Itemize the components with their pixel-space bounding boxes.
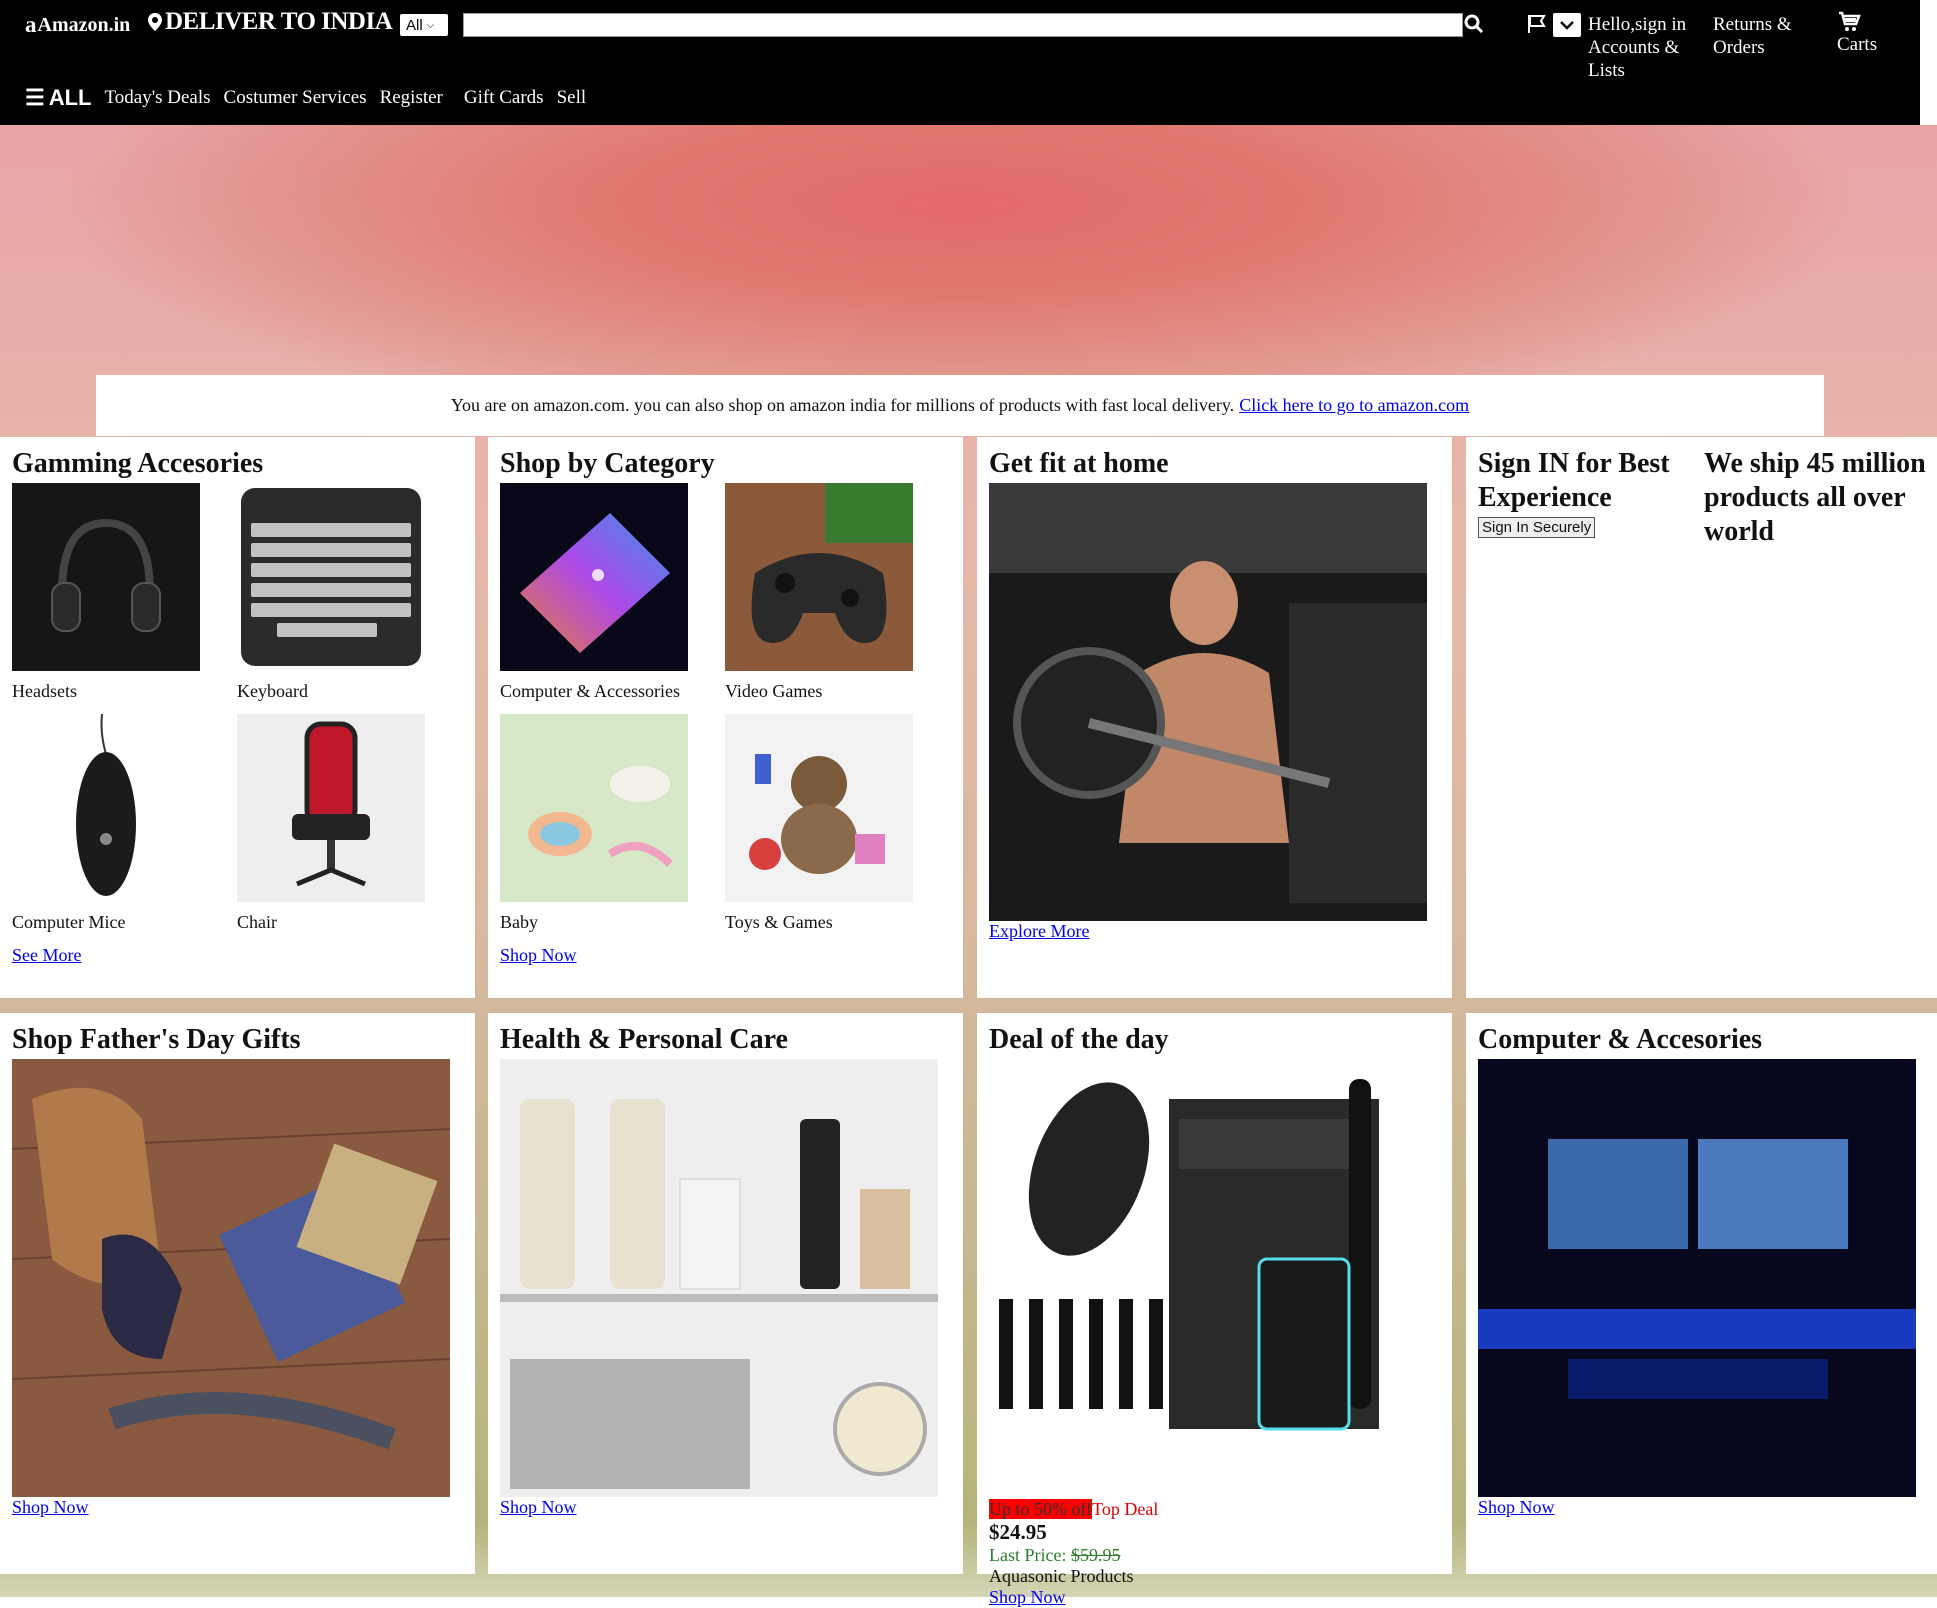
- keyboard-image: [237, 483, 425, 671]
- card-computer-accessories: Computer & Accesories Shop Now: [1466, 1013, 1937, 1574]
- deliver-location[interactable]: DELIVER TO INDIA: [148, 8, 393, 36]
- card-deal-of-the-day: Deal of the day Up to 50% offTop Deal $2…: [977, 1013, 1452, 1607]
- card-fathers-day: Shop Father's Day Gifts Shop Now: [0, 1013, 475, 1574]
- card-title: Deal of the day: [989, 1024, 1169, 1055]
- sign-in-securely-button[interactable]: Sign In Securely: [1478, 517, 1596, 538]
- card-title: Computer & Accesories: [1478, 1024, 1763, 1055]
- card-sign-in: Sign IN for Best Experience Sign In Secu…: [1466, 437, 1937, 998]
- card-get-fit: Get fit at home Explore More: [977, 437, 1452, 998]
- chair-image: [237, 714, 425, 902]
- nav-todays-deals[interactable]: Today's Deals: [105, 87, 211, 109]
- explore-more-link[interactable]: Explore More: [989, 921, 1089, 941]
- search-input[interactable]: [463, 13, 1463, 37]
- tile-chair[interactable]: Chair: [237, 714, 425, 945]
- mouse-image: [12, 713, 200, 902]
- card-gaming-accessories: Gamming Accesories Headsets Keyboard Com…: [0, 437, 475, 998]
- nav-sell[interactable]: Sell: [557, 87, 587, 109]
- location-pin-icon: [148, 13, 162, 31]
- shop-now-link[interactable]: Shop Now: [12, 1497, 89, 1517]
- returns-orders[interactable]: Returns & Orders: [1713, 13, 1808, 59]
- account-lists[interactable]: Hello,sign in Accounts & Lists: [1588, 13, 1708, 82]
- tile-caption: Keyboard: [237, 681, 308, 701]
- card-shop-by-category: Shop by Category Computer & Accessories …: [488, 437, 963, 998]
- laptop-image: [500, 483, 688, 671]
- amazon-logo[interactable]: a Amazon.in: [25, 12, 130, 38]
- signin-title: Sign IN for Best Experience: [1478, 448, 1670, 513]
- controller-image: [725, 483, 913, 671]
- computer-setup-image: [1478, 1059, 1916, 1497]
- region-notice: You are on amazon.com. you can also shop…: [96, 375, 1824, 436]
- all-menu-button[interactable]: ☰ ALL: [25, 85, 92, 111]
- go-to-amazon-link[interactable]: Click here to go to amazon.com: [1239, 395, 1469, 416]
- tile-caption: Computer & Accessories: [500, 681, 680, 701]
- search-icon[interactable]: [1463, 13, 1485, 35]
- tile-caption: Toys & Games: [725, 912, 833, 932]
- language-select[interactable]: [1553, 13, 1581, 37]
- tile-caption: Baby: [500, 912, 538, 932]
- hamburger-icon: ☰: [25, 85, 45, 110]
- tile-caption: Chair: [237, 912, 277, 932]
- nav-gift-cards[interactable]: Gift Cards: [464, 87, 544, 109]
- shop-now-link[interactable]: Shop Now: [1478, 1497, 1555, 1517]
- see-more-link[interactable]: See More: [12, 945, 81, 965]
- card-title: Gamming Accesories: [12, 448, 264, 479]
- search-category-select[interactable]: All ⌵: [400, 14, 448, 36]
- discount-badge: Up to 50% off: [989, 1499, 1093, 1519]
- last-price: Last Price: $59.95: [989, 1545, 1121, 1565]
- fathers-day-gifts-image: [12, 1059, 450, 1497]
- tile-toys-games[interactable]: Toys & Games: [725, 714, 913, 945]
- shop-now-link[interactable]: Shop Now: [500, 945, 577, 965]
- cart-button[interactable]: Carts: [1837, 10, 1877, 56]
- card-title: Shop by Category: [500, 448, 715, 479]
- tile-keyboard[interactable]: Keyboard: [237, 483, 425, 714]
- deal-promo: Up to 50% offTop Deal: [989, 1499, 1440, 1520]
- tile-caption: Computer Mice: [12, 912, 126, 932]
- headset-image: [12, 483, 200, 671]
- sub-navigation: ☰ ALL Today's Deals Costumer Services Re…: [25, 84, 599, 112]
- nav-register[interactable]: Register: [380, 87, 443, 109]
- top-deal-label: Top Deal: [1092, 1499, 1159, 1519]
- toothbrush-deal-image: [989, 1059, 1427, 1497]
- tile-caption: Video Games: [725, 681, 823, 701]
- chevron-down-icon: ⌵: [426, 19, 435, 31]
- tile-video-games[interactable]: Video Games: [725, 483, 913, 714]
- shop-now-link[interactable]: Shop Now: [989, 1587, 1066, 1607]
- personal-care-image: [500, 1059, 938, 1497]
- chevron-down-icon: [1560, 21, 1574, 30]
- tile-computer-mice[interactable]: Computer Mice: [12, 713, 200, 945]
- tile-headsets[interactable]: Headsets: [12, 483, 200, 714]
- tile-computer-accessories[interactable]: Computer & Accessories: [500, 483, 688, 714]
- nav-customer-services[interactable]: Costumer Services: [224, 87, 367, 109]
- shipping-info: We ship 45 million products all over wor…: [1704, 448, 1926, 547]
- amazon-a-icon: a: [25, 12, 37, 37]
- toys-image: [725, 714, 913, 902]
- deal-price: $24.95: [989, 1520, 1047, 1544]
- cart-icon: [1839, 11, 1861, 31]
- card-health-personal-care: Health & Personal Care Shop Now: [488, 1013, 963, 1574]
- card-title: Shop Father's Day Gifts: [12, 1024, 301, 1055]
- tile-baby[interactable]: Baby: [500, 714, 688, 945]
- tile-caption: Headsets: [12, 681, 77, 701]
- top-header: a Amazon.in DELIVER TO INDIA All ⌵ Hello…: [0, 0, 1920, 125]
- card-title: Health & Personal Care: [500, 1024, 788, 1055]
- gym-image: [989, 483, 1427, 921]
- deal-brand: Aquasonic Products: [989, 1566, 1134, 1586]
- card-title: Get fit at home: [989, 448, 1169, 479]
- shop-now-link[interactable]: Shop Now: [500, 1497, 577, 1517]
- baby-items-image: [500, 714, 688, 902]
- flag-icon[interactable]: [1526, 13, 1548, 35]
